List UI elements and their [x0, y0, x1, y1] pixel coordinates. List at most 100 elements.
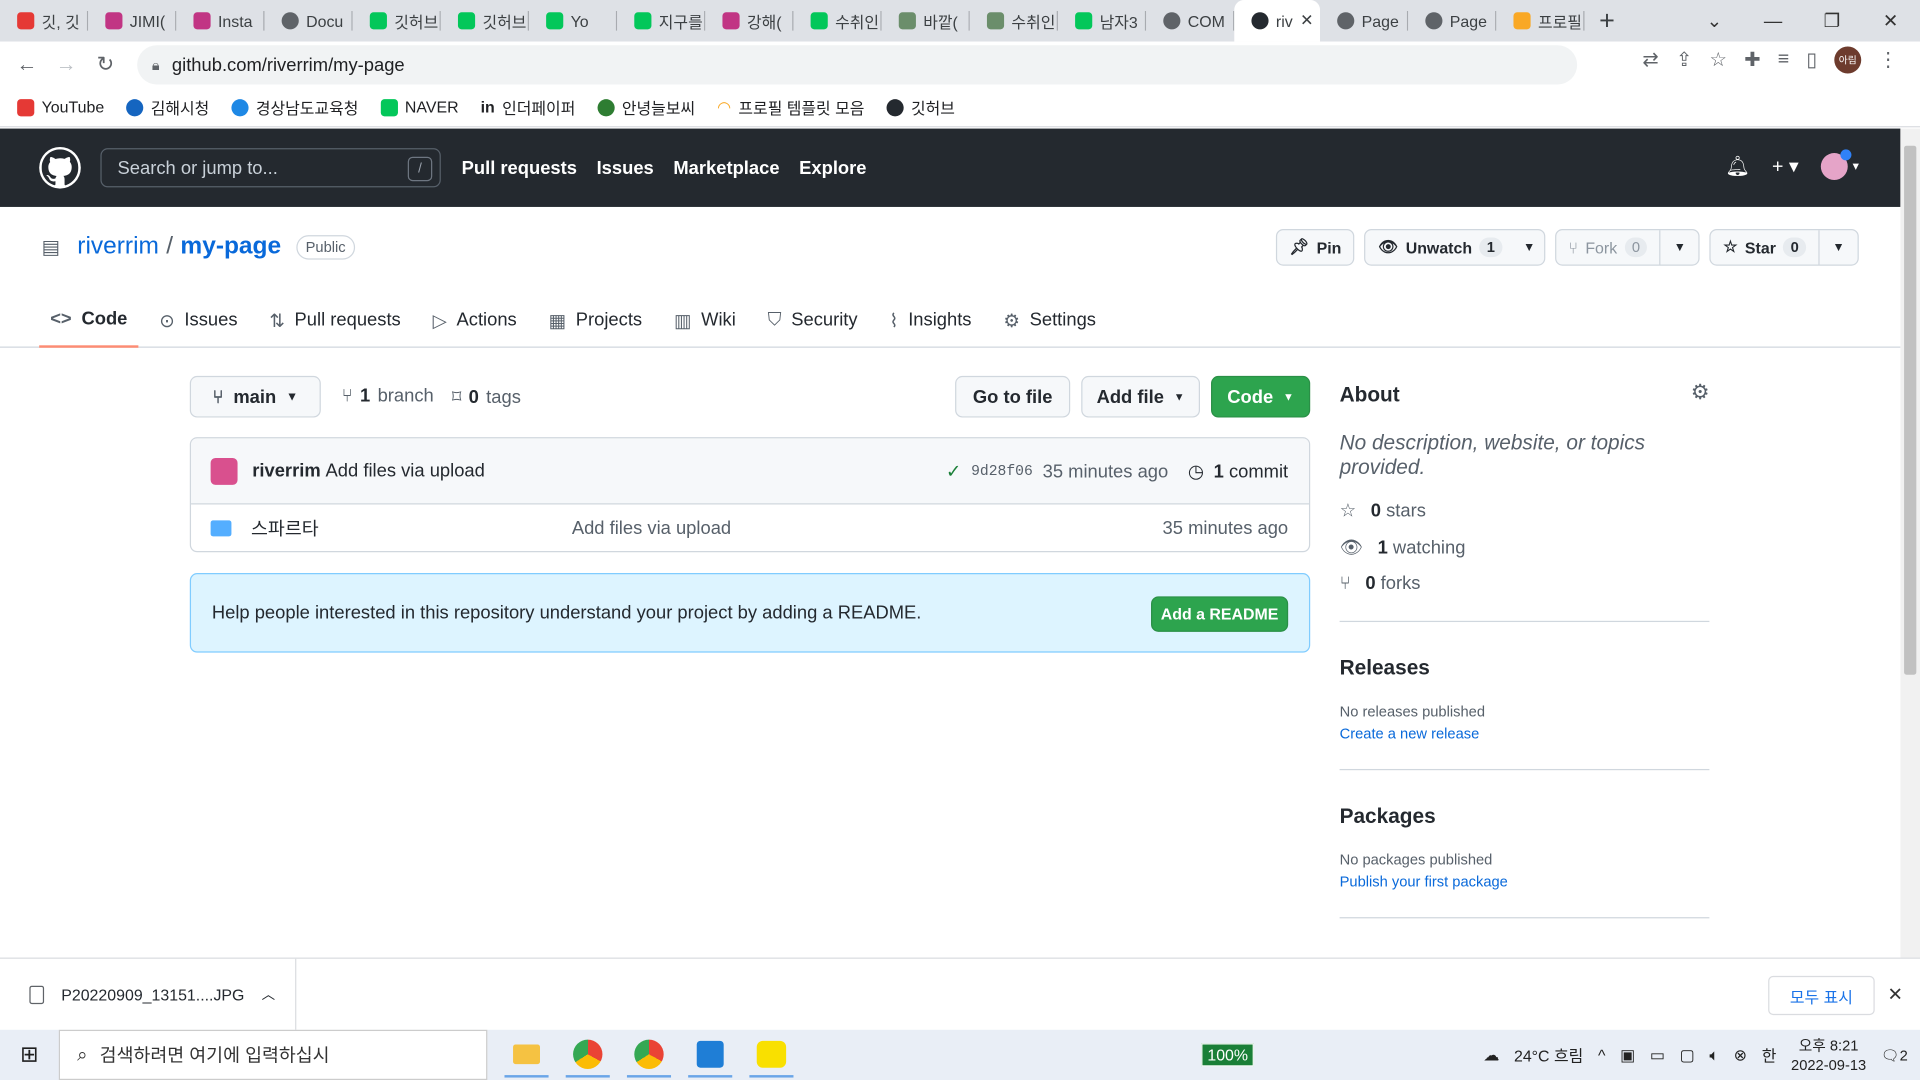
- commit-sha[interactable]: 9d28f06: [971, 463, 1033, 480]
- packages-title[interactable]: Packages: [1340, 804, 1710, 828]
- browser-tab[interactable]: 바깥(: [882, 0, 970, 42]
- forks-link[interactable]: ⑂ 0 forks: [1340, 573, 1710, 594]
- notifications-bell-icon[interactable]: 🔔︎: [1725, 154, 1750, 178]
- weather-text[interactable]: 24°C 흐림: [1514, 1043, 1583, 1066]
- close-tab-icon[interactable]: ✕: [1300, 11, 1313, 31]
- browser-tab[interactable]: Page: [1408, 0, 1497, 42]
- browser-tab[interactable]: 깃허브: [441, 0, 529, 42]
- add-readme-button[interactable]: Add a README: [1151, 596, 1289, 632]
- chevron-up-icon[interactable]: ︿: [262, 984, 275, 1004]
- bookmark-github[interactable]: 깃허브: [886, 96, 955, 119]
- meet-icon[interactable]: ▣: [1620, 1045, 1635, 1065]
- page-scrollbar[interactable]: [1900, 128, 1920, 958]
- github-logo-icon[interactable]: [39, 146, 81, 189]
- stars-link[interactable]: ☆ 0 stars: [1340, 500, 1710, 521]
- file-commit-message[interactable]: Add files via upload: [572, 517, 731, 538]
- author-avatar[interactable]: [210, 457, 238, 485]
- media-icon[interactable]: ≡: [1778, 49, 1789, 71]
- browser-tab[interactable]: COM: [1146, 0, 1235, 42]
- notification-center-icon[interactable]: 🗨︎2: [1881, 1046, 1908, 1063]
- battery-icon[interactable]: ▭: [1650, 1045, 1665, 1065]
- commit-message[interactable]: Add files via upload: [326, 460, 485, 481]
- browser-tab[interactable]: 프로필: [1496, 0, 1585, 42]
- new-tab-button[interactable]: +: [1599, 5, 1615, 37]
- bookmark-profile-templates[interactable]: ◠ 프로필 템플릿 모음: [717, 96, 864, 119]
- nav-explore[interactable]: Explore: [799, 157, 866, 178]
- profile-avatar[interactable]: 아림: [1834, 46, 1862, 74]
- bookmark-star-icon[interactable]: ☆: [1710, 48, 1728, 72]
- create-new-plus-icon[interactable]: + ▾: [1772, 154, 1799, 178]
- close-window-icon[interactable]: ✕: [1861, 0, 1920, 42]
- back-icon[interactable]: ←: [7, 53, 46, 77]
- pin-button[interactable]: 📌︎ Pin: [1275, 228, 1355, 266]
- nav-issues[interactable]: Issues: [597, 157, 654, 178]
- menu-kebab-icon[interactable]: ⋮: [1878, 48, 1898, 72]
- star-dropdown-icon[interactable]: ▼: [1818, 230, 1857, 265]
- forward-icon[interactable]: →: [47, 53, 86, 77]
- commit-author[interactable]: riverrim: [252, 460, 320, 481]
- add-file-button[interactable]: Add file ▼: [1081, 375, 1200, 418]
- tab-projects[interactable]: ▦ Projects: [538, 293, 654, 348]
- kakaotalk-icon[interactable]: [749, 1033, 794, 1077]
- tab-code[interactable]: <> Code: [39, 293, 139, 348]
- go-to-file-button[interactable]: Go to file: [955, 375, 1071, 418]
- fork-button[interactable]: ⑂ Fork 0 ▼: [1554, 228, 1701, 266]
- tab-insights[interactable]: ⌇ Insights: [878, 293, 982, 348]
- mic-off-icon[interactable]: ⊗: [1734, 1045, 1747, 1065]
- translate-icon[interactable]: ⇄: [1642, 48, 1658, 72]
- gear-icon[interactable]: ⚙: [1691, 381, 1710, 405]
- unwatch-button[interactable]: 👁︎ Unwatch 1 ▼: [1364, 228, 1546, 266]
- repo-name-link[interactable]: my-page: [180, 233, 281, 261]
- browser-tab[interactable]: 깃, 깃: [0, 0, 89, 42]
- network-icon[interactable]: ▢: [1680, 1045, 1695, 1065]
- nav-pull-requests[interactable]: Pull requests: [462, 157, 577, 178]
- browser-tab[interactable]: 강해(: [705, 0, 794, 42]
- publish-package-link[interactable]: Publish your first package: [1340, 873, 1710, 890]
- extensions-icon[interactable]: ✚: [1744, 48, 1760, 72]
- tab-issues[interactable]: ⊙ Issues: [148, 293, 248, 348]
- browser-tab[interactable]: 수취인: [793, 0, 882, 42]
- bookmark-inthepaper[interactable]: in 인더페이퍼: [481, 96, 576, 119]
- show-all-downloads-button[interactable]: 모두 표시: [1768, 975, 1875, 1016]
- tab-search-icon[interactable]: ⌄: [1685, 0, 1744, 42]
- tab-security[interactable]: ⛉ Security: [757, 293, 869, 348]
- file-explorer-icon[interactable]: [504, 1033, 549, 1077]
- bookmark-naver[interactable]: NAVER: [380, 98, 459, 116]
- code-dropdown-button[interactable]: Code ▼: [1211, 375, 1311, 418]
- bookmark-youtube[interactable]: YouTube: [17, 98, 104, 116]
- browser-tab[interactable]: 깃허브: [353, 0, 441, 42]
- minimize-icon[interactable]: —: [1744, 0, 1803, 42]
- commits-link[interactable]: 1 commit: [1214, 461, 1289, 482]
- branch-select-button[interactable]: ⑂ main ▼: [189, 375, 321, 418]
- maximize-icon[interactable]: ❐: [1802, 0, 1861, 42]
- chevron-up-icon[interactable]: ^: [1598, 1046, 1605, 1064]
- bookmark-gimhae[interactable]: 김해시청: [126, 96, 209, 119]
- browser-tab[interactable]: Docu: [264, 0, 353, 42]
- browser-tab[interactable]: 지구를: [617, 0, 706, 42]
- side-panel-icon[interactable]: ▯: [1806, 48, 1817, 72]
- weather-cloud-icon[interactable]: ☁: [1483, 1045, 1499, 1065]
- browser-tab[interactable]: JIMI(: [88, 0, 177, 42]
- reload-icon[interactable]: ↻: [86, 53, 125, 77]
- tab-wiki[interactable]: ▥ Wiki: [663, 293, 747, 348]
- chrome-icon[interactable]: [565, 1033, 610, 1077]
- browser-tab[interactable]: 남자3: [1058, 0, 1147, 42]
- tab-settings[interactable]: ⚙ Settings: [992, 293, 1107, 348]
- bookmark-education[interactable]: 경상남도교육청: [231, 96, 358, 119]
- tab-actions[interactable]: ▷ Actions: [422, 293, 528, 348]
- browser-tab[interactable]: Insta: [176, 0, 265, 42]
- repo-owner-link[interactable]: riverrim: [77, 233, 159, 261]
- ime-indicator[interactable]: 한: [1762, 1043, 1777, 1066]
- vscode-icon[interactable]: [688, 1033, 733, 1077]
- windows-start-icon[interactable]: ⊞: [0, 1042, 59, 1068]
- volume-icon[interactable]: 🔈︎: [1709, 1045, 1719, 1065]
- tab-pull-requests[interactable]: ⇅ Pull requests: [258, 293, 411, 348]
- share-icon[interactable]: ⇪: [1676, 48, 1692, 72]
- browser-tab[interactable]: 수취인: [970, 0, 1058, 42]
- url-bar[interactable]: 🔒︎ github.com/riverrim/my-page: [137, 45, 1578, 85]
- check-icon[interactable]: ✓: [946, 460, 961, 483]
- scrollbar-thumb[interactable]: [1904, 145, 1917, 675]
- chrome-profile-icon[interactable]: [626, 1033, 672, 1077]
- close-downloads-icon[interactable]: ✕: [1887, 983, 1902, 1005]
- github-search-input[interactable]: Search or jump to... /: [100, 148, 441, 188]
